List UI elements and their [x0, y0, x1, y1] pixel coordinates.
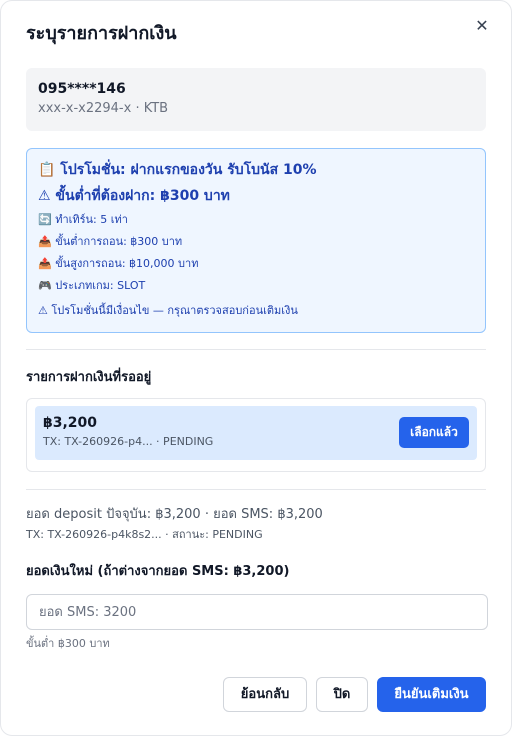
- deposit-dialog: ระบุรายการฝากเงิน ✕ 095****146 xxx-x-x22…: [0, 0, 512, 736]
- account-card: 095****146 xxx-x-x2294-x · KTB: [26, 68, 486, 131]
- promotion-note: ⚠ โปรโมชั่นนี้มีเงื่อนไข — กรุณาตรวจสอบก…: [38, 304, 298, 317]
- account-bank: xxx-x-x2294-x · KTB: [38, 101, 169, 116]
- promotion-panel: 📋 โปรโมชั่น: ฝากแรกของวัน รับโบนัส 10% ⚠…: [26, 148, 486, 333]
- pending-section-label: รายการฝากเงินที่รออยู่: [26, 370, 152, 385]
- pending-item[interactable]: ฿3,200 TX: TX-260926-p4... · PENDING เลื…: [35, 406, 477, 460]
- divider: [26, 349, 486, 350]
- close-button[interactable]: ปิด: [316, 677, 368, 712]
- promotion-turnover: 🔄 ทำเทิร์น: 5 เท่า: [38, 213, 128, 226]
- divider: [26, 489, 486, 490]
- deposit-summary-sub: TX: TX-260926-p4k8s2... · สถานะ: PENDING: [26, 528, 263, 541]
- promotion-game-type: 🎮 ประเภทเกม: SLOT: [38, 279, 146, 292]
- min-amount-hint: ขั้นต่ำ ฿300 บาท: [26, 637, 110, 650]
- new-amount-label: ยอดเงินใหม่ (ถ้าต่างจากยอด SMS: ฿3,200): [26, 564, 290, 579]
- confirm-deposit-button[interactable]: ยืนยันเติมเงิน: [377, 677, 486, 712]
- account-phone: 095****146: [38, 81, 126, 97]
- promotion-min-deposit: ⚠ ขั้นต่ำที่ต้องฝาก: ฿300 บาท: [38, 188, 230, 204]
- promotion-min-withdraw: 📤 ขั้นต่ำการถอน: ฿300 บาท: [38, 235, 183, 248]
- pending-list: ฿3,200 TX: TX-260926-p4... · PENDING เลื…: [26, 398, 486, 472]
- promotion-title: 📋 โปรโมชั่น: ฝากแรกของวัน รับโบนัส 10%: [38, 162, 317, 178]
- back-button[interactable]: ย้อนกลับ: [223, 677, 307, 712]
- deposit-summary: ยอด deposit ปัจจุบัน: ฿3,200 · ยอด SMS: …: [26, 507, 323, 522]
- dialog-footer: ย้อนกลับ ปิด ยืนยันเติมเงิน: [223, 677, 486, 712]
- close-icon[interactable]: ✕: [471, 15, 493, 37]
- promotion-max-withdraw: 📤 ขั้นสูงการถอน: ฿10,000 บาท: [38, 257, 199, 270]
- dialog-title: ระบุรายการฝากเงิน: [26, 23, 177, 44]
- new-amount-input[interactable]: [26, 594, 488, 630]
- select-pending-button[interactable]: เลือกแล้ว: [399, 417, 469, 448]
